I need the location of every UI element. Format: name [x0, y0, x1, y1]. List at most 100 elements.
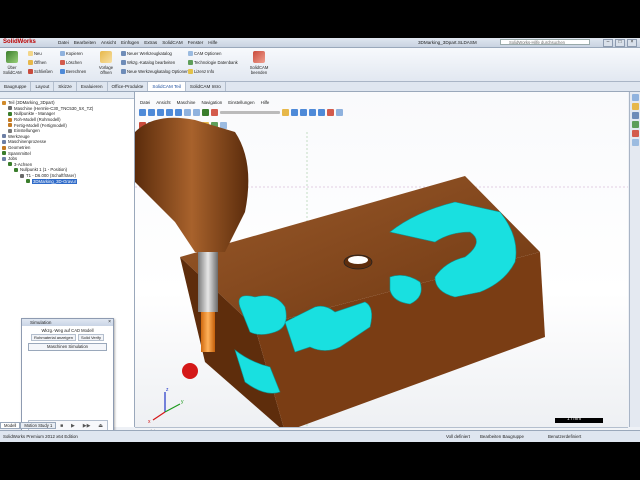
help-search-input[interactable]: SolidWorks-Hilfe durchsuchen — [500, 39, 590, 45]
machining-scene: z y x — [135, 117, 628, 427]
close-icon[interactable]: × — [108, 319, 111, 326]
ribbon-technologie-db[interactable]: Technologie Datenbank — [188, 60, 238, 66]
solidcam-beenden-button[interactable]: SolidCAM beenden — [246, 65, 272, 75]
tree-item-label: Jobs — [8, 156, 18, 162]
y-axis-label: y — [181, 399, 184, 405]
appearance-icon[interactable] — [632, 130, 639, 137]
tab-evaluieren[interactable]: Evaluieren — [77, 82, 108, 91]
simulation-viewport[interactable]: Datei Ansicht Maschine Navigation Einste… — [135, 92, 628, 427]
delete-icon — [60, 60, 65, 66]
menu-bearbeiten[interactable]: Bearbeiten — [74, 40, 96, 45]
tab-rohmaterial[interactable]: Rohmaterial anzeigen — [31, 334, 76, 341]
ribbon-neu[interactable]: Neu — [28, 51, 42, 57]
ribbon-label: Öffnen — [34, 60, 47, 65]
menu-hilfe[interactable]: Hilfe — [208, 40, 217, 45]
cutter — [201, 312, 215, 352]
ribbon-kopieren[interactable]: Kopieren — [60, 51, 83, 57]
tab-solidcam-intro[interactable]: SolidCAM Intro — [186, 82, 226, 91]
solidcam-logo-icon[interactable] — [6, 51, 18, 63]
exit-solidcam-icon[interactable] — [253, 51, 265, 63]
close-icon[interactable]: × — [627, 39, 637, 47]
tree-item-label: Spannmittel — [8, 150, 31, 156]
main-menu: Datei Bearbeiten Ansicht Einfügen Extras… — [58, 40, 217, 45]
ribbon-label: Neu — [34, 51, 42, 56]
menu-einfuegen[interactable]: Einfügen — [121, 40, 139, 45]
home-icon[interactable] — [632, 94, 639, 101]
simulation-title: Simulation × — [22, 319, 113, 326]
tree-item-icon — [2, 145, 6, 150]
tree-item-label: Fertig-Modell (Fertigmodell) — [14, 122, 67, 128]
ribbon-oeffnen[interactable]: Öffnen — [28, 60, 47, 66]
tree-item-label: Einstellungen — [14, 128, 40, 134]
ribbon-schliessen[interactable]: Schließen — [28, 69, 53, 75]
ribbon-label: Schließen — [34, 69, 53, 74]
ribbon-label: Technologie Datenbank — [194, 60, 238, 65]
tree-item-label: Maschine (Hermle-C30_TNC530_5X_TZ) — [14, 105, 94, 111]
tree-item-label: Teil (3DMarking_3Dpart) — [8, 100, 55, 106]
new-icon — [28, 51, 33, 57]
explorer-icon[interactable] — [632, 112, 639, 119]
hole-highlight — [348, 256, 368, 264]
tree-item-label: Geometrien — [8, 145, 31, 151]
simulation-tabs: Rohmaterial anzeigen Solid Verify — [22, 334, 113, 341]
ribbon-loeschen[interactable]: Löschen — [60, 60, 82, 66]
database-icon — [188, 60, 193, 66]
z-axis-label: z — [166, 387, 169, 393]
tab-solidcam-teil[interactable]: SolidCAM Teil — [148, 82, 186, 91]
menu-solidcam[interactable]: SolidCAM — [162, 40, 182, 45]
solidcam-tree: Teil (3DMarking_3Dpart) Maschine (Hermle-… — [2, 100, 93, 184]
ribbon-katalog-bearbeiten[interactable]: Wkzg.-Katalog bearbeiten — [121, 60, 175, 66]
minimize-icon[interactable]: – — [603, 39, 613, 47]
tree-item-icon — [14, 167, 18, 172]
tree-item-icon — [8, 123, 12, 128]
task-pane-strip — [629, 92, 640, 427]
tab-layout[interactable]: Layout — [31, 82, 55, 91]
status-definition: Voll definiert — [446, 434, 470, 439]
tab-modell[interactable]: Modell — [0, 422, 21, 429]
catalog-options-icon — [121, 69, 126, 75]
template-icon[interactable] — [100, 51, 112, 63]
tab-baugruppe[interactable]: Baugruppe — [0, 82, 32, 91]
tree-item-label: Werkzeuge — [8, 133, 30, 139]
custom-props-icon[interactable] — [632, 139, 639, 146]
panel-tab-strip — [0, 92, 134, 99]
tree-item-icon — [8, 111, 12, 116]
tab-skizze[interactable]: Skizze — [54, 82, 77, 91]
tree-item-label: 3-Achsen — [14, 161, 33, 167]
uber-solidcam-button[interactable]: Über SolidCAM — [3, 65, 22, 75]
tab-office-produkte[interactable]: Office-Produkte — [108, 82, 149, 91]
menu-ansicht[interactable]: Ansicht — [101, 40, 116, 45]
tree-item[interactable]: 3DMarking_3D-Gravur — [2, 178, 93, 184]
ribbon-katalog-optionen[interactable]: Neue Werkzeugkatalog Optionen — [121, 69, 189, 75]
scale-label: 1 / mm — [567, 416, 582, 421]
ribbon-lizenz-info[interactable]: Lizenz Info — [188, 69, 214, 75]
status-edition: SolidWorks Premium 2012 x64 Edition — [3, 434, 78, 439]
tab-motion-study[interactable]: Motion Study 1 — [20, 422, 57, 429]
command-tabs: Baugruppe Layout Skizze Evaluieren Offic… — [0, 82, 640, 92]
tree-item-label: T1 - D6.000 (Schaftfräser) — [26, 173, 76, 179]
simulation-mode-label: Wkzg.-Weg auf CAD Modell — [41, 328, 94, 333]
ribbon-label: Neuer Werkzeugkatalog — [127, 51, 172, 56]
app-logo: SolidWorks — [3, 39, 36, 45]
maximize-icon[interactable]: □ — [615, 39, 625, 47]
tab-solid-verify[interactable]: Solid Verify — [77, 334, 104, 341]
record-marker — [182, 363, 198, 379]
simulation-title-text: Simulation — [30, 320, 52, 325]
menu-datei[interactable]: Datei — [58, 40, 69, 45]
library-icon[interactable] — [632, 103, 639, 110]
vorlage-oeffnen-button[interactable]: Vorlage öffnen — [96, 65, 116, 75]
ribbon-label: CAM Optionen — [194, 51, 222, 56]
status-units[interactable]: Benutzerdefiniert — [548, 434, 581, 439]
ribbon-neuer-werkzeugkatalog[interactable]: Neuer Werkzeugkatalog — [121, 51, 172, 57]
menu-extras[interactable]: Extras — [144, 40, 157, 45]
ribbon-cam-optionen[interactable]: CAM Optionen — [188, 51, 222, 57]
status-bar: SolidWorks Premium 2012 x64 Edition Voll… — [0, 430, 640, 442]
menu-fenster[interactable]: Fenster — [188, 40, 204, 45]
ribbon-berechnen[interactable]: Berechnen — [60, 69, 86, 75]
maschinen-simulation-button[interactable]: Maschinen Simulation — [28, 343, 107, 351]
view-palette-icon[interactable] — [632, 121, 639, 128]
tree-item[interactable]: Maschine (Hermle-C30_TNC530_5X_TZ) — [2, 106, 93, 112]
tree-item-icon — [8, 117, 12, 122]
tree-item-label: 3DMarking_3D-Gravur — [32, 178, 78, 184]
calculate-icon — [60, 69, 65, 75]
